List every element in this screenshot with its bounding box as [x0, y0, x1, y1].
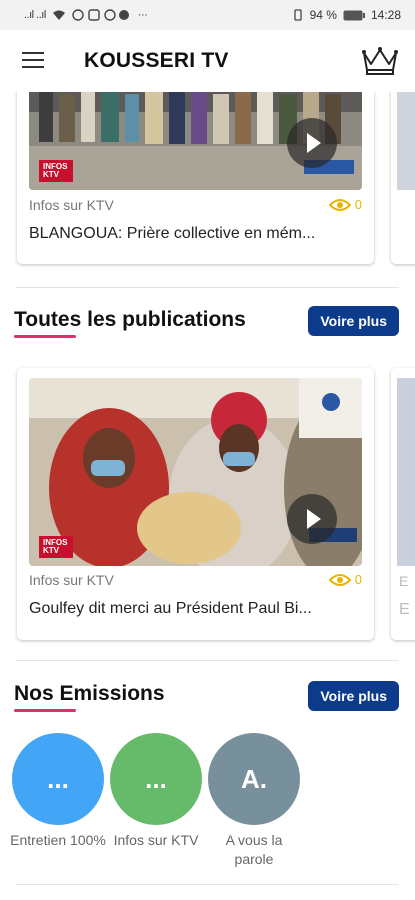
- clock: 14:28: [370, 8, 401, 22]
- video-category: Infos sur KTV: [29, 197, 114, 213]
- video-card[interactable]: INFOS KTV Infos sur KTV 0 BLANGOUA: Priè…: [17, 92, 374, 264]
- divider: [16, 660, 399, 661]
- eye-icon: [328, 573, 351, 586]
- emission-item[interactable]: ... Entretien 100%: [10, 733, 106, 850]
- video-category: Infos sur KTV: [29, 572, 114, 588]
- status-left: ..ıl ..ıl ···: [24, 9, 148, 21]
- voir-plus-publications-button[interactable]: Voire plus: [308, 306, 399, 336]
- home-feed[interactable]: INFOS KTV Infos sur KTV 0 BLANGOUA: Priè…: [0, 92, 415, 900]
- emission-avatar: ...: [110, 733, 202, 825]
- app-title: KOUSSERI TV: [84, 49, 229, 72]
- play-button[interactable]: [287, 118, 337, 168]
- voir-plus-emissions-button[interactable]: Voire plus: [308, 681, 399, 711]
- emission-label: Infos sur KTV: [113, 832, 199, 848]
- video-thumbnail[interactable]: INFOS KTV: [29, 92, 362, 190]
- signal-icon: ..ıl ..ıl: [24, 9, 46, 21]
- peek-thumbnail: [397, 378, 415, 566]
- crown-icon[interactable]: [361, 44, 399, 76]
- view-count-value: 0: [354, 572, 362, 587]
- more-notifications: ···: [137, 9, 148, 21]
- video-card[interactable]: INFOS KTV Infos sur KTV 0 Goulfey dit me…: [17, 368, 374, 640]
- emission-initial: A.: [241, 763, 267, 794]
- battery-icon: [343, 10, 365, 20]
- emission-item[interactable]: ... Infos sur KTV: [108, 733, 204, 850]
- play-button[interactable]: [287, 494, 337, 544]
- section-underline: [14, 709, 76, 712]
- app-bar: KOUSSERI TV: [0, 30, 415, 92]
- emission-initial: ...: [47, 763, 69, 794]
- divider: [16, 287, 399, 288]
- view-count: 0: [328, 197, 362, 212]
- wifi-icon: [52, 10, 65, 20]
- video-title: Goulfey dit merci au Président Paul Bi..…: [29, 600, 312, 617]
- section-title-publications: Toutes les publications: [14, 308, 246, 331]
- notification-icons: [72, 9, 129, 21]
- eye-icon: [328, 198, 351, 211]
- infos-ktv-badge: INFOS KTV: [39, 536, 73, 558]
- section-title-emissions: Nos Emissions: [14, 682, 165, 705]
- section-underline: [14, 335, 76, 338]
- video-card-peek[interactable]: [391, 92, 415, 264]
- video-card-peek[interactable]: E E: [391, 368, 415, 640]
- status-right: 94 % 14:28: [292, 8, 401, 22]
- view-count: 0: [328, 572, 362, 587]
- peek-thumbnail: [397, 92, 415, 190]
- emission-initial: ...: [145, 763, 167, 794]
- status-bar: ..ıl ..ıl ··· 94 % 14:28: [0, 0, 415, 30]
- vibrate-icon: [293, 9, 302, 21]
- view-count-value: 0: [354, 197, 362, 212]
- infos-ktv-badge: INFOS KTV: [39, 160, 73, 182]
- peek-title: E: [399, 601, 410, 618]
- emission-avatar: ...: [12, 733, 104, 825]
- hamburger-menu-icon[interactable]: [22, 52, 44, 70]
- video-title: BLANGOUA: Prière collective en mém...: [29, 225, 316, 242]
- emission-item[interactable]: A. A vous la parole: [206, 733, 302, 869]
- emission-avatar: A.: [208, 733, 300, 825]
- video-thumbnail[interactable]: INFOS KTV: [29, 378, 362, 566]
- emission-label: Entretien 100%: [10, 832, 106, 848]
- peek-category: E: [399, 573, 409, 589]
- battery-percent: 94 %: [309, 8, 337, 22]
- divider: [16, 884, 399, 885]
- emission-label: A vous la parole: [225, 832, 283, 867]
